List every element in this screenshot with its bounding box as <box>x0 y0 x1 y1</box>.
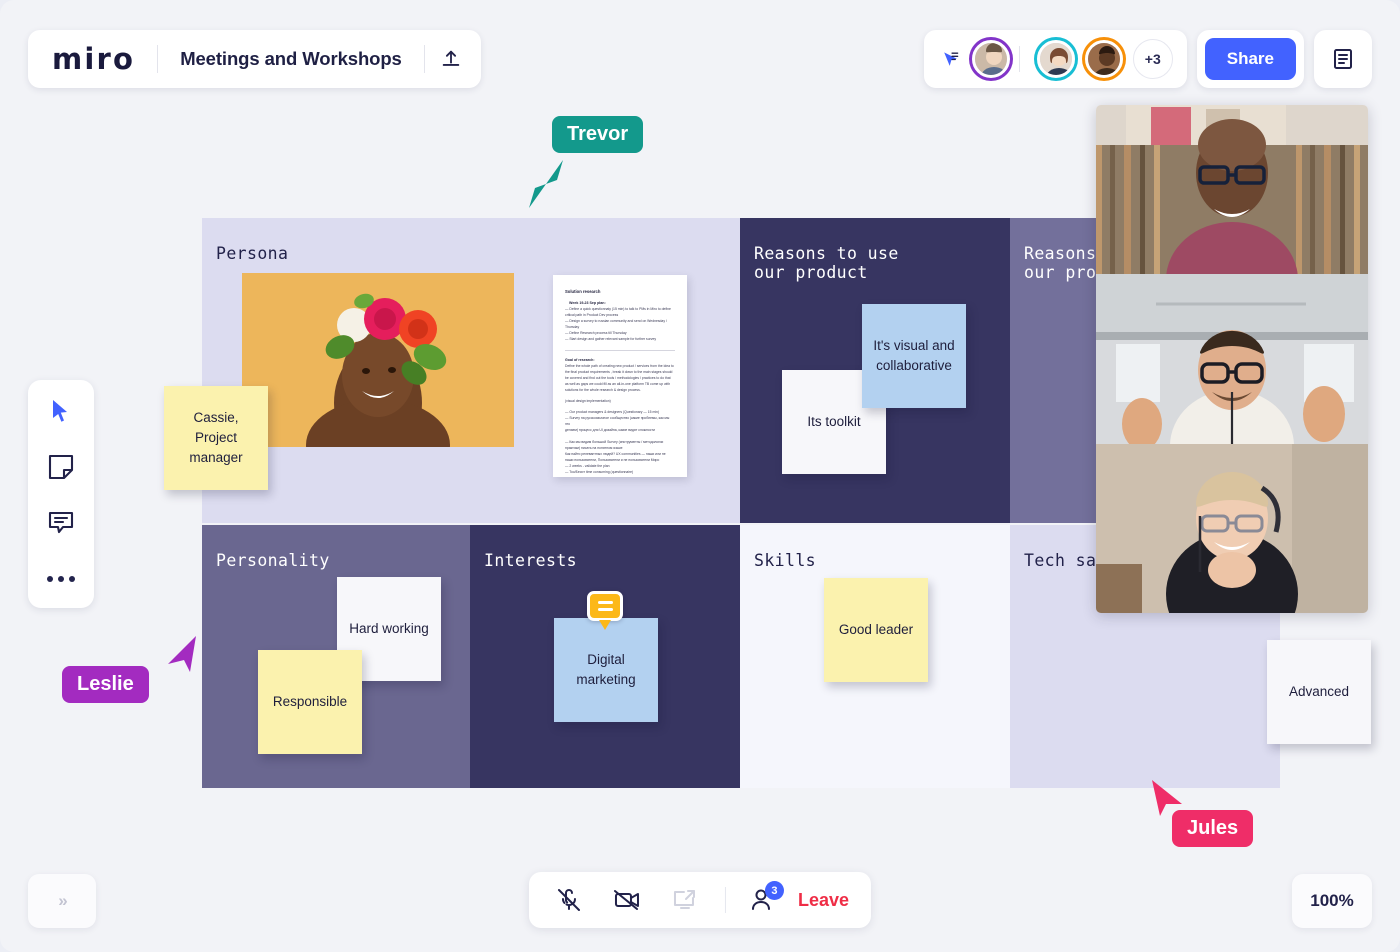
cell-title-reasons-1: Reasons to use our product <box>754 244 1010 282</box>
board-cell-reasons-1[interactable]: Reasons to use our product Its toolkit It… <box>740 218 1010 523</box>
sticky-note-good-leader[interactable]: Good leader <box>824 578 928 682</box>
doc-sub-1: Week 19-23 Sep plan: <box>569 301 606 305</box>
doc-lines-1: — Define a quick questionnaty (15 min) t… <box>565 307 675 343</box>
doc-line: — Start design and gather relevant sampl… <box>565 336 657 341</box>
sticky-note-text: Cassie, Project manager <box>189 409 243 466</box>
cell-title-interests: Interests <box>484 551 578 570</box>
video-call-panel[interactable] <box>1096 105 1368 613</box>
doc-line: — Too/Бесит time consuming (questionnair… <box>565 469 634 474</box>
comment-badge-icon[interactable] <box>587 591 623 621</box>
persona-photo <box>242 273 514 447</box>
screen-share-icon[interactable] <box>667 882 703 918</box>
controls-divider <box>724 887 726 913</box>
board-header-right: +3 Share <box>923 30 1372 88</box>
notes-panel-icon[interactable] <box>1314 30 1372 88</box>
board-cell-personality[interactable]: Personality Hard working Responsible <box>202 525 470 788</box>
doc-heading: Solution research <box>565 289 601 294</box>
sticky-note-digital-marketing[interactable]: Digital marketing <box>554 618 658 722</box>
sticky-note-text: It's visual and collaborative <box>873 337 955 373</box>
doc-lines-2: Define the whole path of creating new pr… <box>565 364 675 394</box>
doc-line: be covered and find out the tools / meth… <box>565 375 671 380</box>
board-header-left: miro Meetings and Workshops <box>28 30 481 88</box>
more-collaborators-badge[interactable]: +3 <box>1132 39 1173 79</box>
avatar[interactable] <box>971 40 1010 78</box>
upload-icon[interactable] <box>425 36 477 82</box>
leave-button[interactable]: Leave <box>798 890 849 911</box>
cell-title-skills: Skills <box>754 551 817 570</box>
participant-video-2[interactable] <box>1096 274 1368 444</box>
cursor-label: Leslie <box>62 666 149 703</box>
research-document-card[interactable]: Solution research Week 19-23 Sep plan: —… <box>553 275 687 477</box>
sticky-note-advanced[interactable]: Advanced <box>1267 640 1371 744</box>
sticky-note-text: Responsible <box>272 693 348 709</box>
participant-video-3[interactable] <box>1096 443 1368 613</box>
doc-divider <box>565 349 675 351</box>
board-title[interactable]: Meetings and Workshops <box>158 48 424 70</box>
doc-line: the final product requirements , break i… <box>565 369 673 374</box>
badge-line <box>597 601 613 604</box>
sticky-note-text: Good leader <box>838 621 914 637</box>
participants-icon[interactable]: 3 <box>748 881 784 913</box>
doc-sub-3: (visual design implementation) <box>565 399 611 404</box>
avatar-divider <box>1018 46 1020 72</box>
tool-rail <box>28 380 94 608</box>
microphone-muted-icon[interactable] <box>551 882 587 918</box>
title-line: our product <box>754 263 868 282</box>
sticky-note-text: Digital marketing <box>576 651 636 687</box>
cell-title-personality: Personality <box>216 551 330 570</box>
doc-lines-3: — Our product managers & designers (Ques… <box>565 410 675 475</box>
doc-line: solutions for the whole research & desig… <box>565 387 641 392</box>
follow-cursor-icon[interactable] <box>936 44 966 74</box>
participant-video-1[interactable] <box>1096 105 1368 275</box>
doc-line: — Design a survey to russian community a… <box>565 318 667 323</box>
badge-line <box>597 608 613 611</box>
expand-panel-button[interactable]: » <box>28 874 96 928</box>
cursor-select-icon[interactable] <box>44 394 78 428</box>
collaborator-avatars: +3 <box>923 30 1187 88</box>
sticky-note-cassie[interactable]: Cassie, Project manager <box>164 386 268 490</box>
board-cell-persona[interactable]: Persona Solution research Week 19-23 Sep… <box>164 218 740 523</box>
title-line: Reasons to use <box>754 244 899 263</box>
cell-title-persona: Persona <box>216 244 289 263</box>
avatar[interactable] <box>1084 40 1123 78</box>
miro-logo[interactable]: miro <box>32 42 157 76</box>
participants-count-badge: 3 <box>764 881 784 900</box>
sticky-note-text: Hard working <box>349 620 429 636</box>
board-canvas[interactable]: miro Meetings and Workshops +3 Share Per… <box>0 0 1400 952</box>
camera-muted-icon[interactable] <box>609 882 645 918</box>
board-cell-skills[interactable]: Skills Good leader <box>740 525 1010 788</box>
zoom-level-indicator[interactable]: 100% <box>1292 874 1372 928</box>
doc-sub-2: Goal of research: <box>565 357 595 362</box>
sticky-note-text: Its toolkit <box>807 413 861 429</box>
doc-line: Define the whole path of creating new pr… <box>565 363 674 368</box>
sticky-note-text: Advanced <box>1288 683 1350 699</box>
share-container: Share <box>1196 30 1304 88</box>
doc-line: — Survey на русскоязычное сообщество (ка… <box>565 416 670 427</box>
sticky-note-visual-collaborative[interactable]: It's visual and collaborative <box>862 304 966 408</box>
meeting-controls-bar: 3 Leave <box>528 872 872 928</box>
share-button[interactable]: Share <box>1204 38 1296 80</box>
sticky-note-responsible[interactable]: Responsible <box>258 650 362 754</box>
board-cell-interests[interactable]: Interests Digital marketing <box>470 525 740 788</box>
sticky-note-icon[interactable] <box>44 450 78 484</box>
avatar[interactable] <box>1036 40 1075 78</box>
doc-line: as well as gaps we could fill as an all-… <box>565 381 671 386</box>
more-options-icon[interactable] <box>47 562 75 596</box>
comment-icon[interactable] <box>44 506 78 540</box>
